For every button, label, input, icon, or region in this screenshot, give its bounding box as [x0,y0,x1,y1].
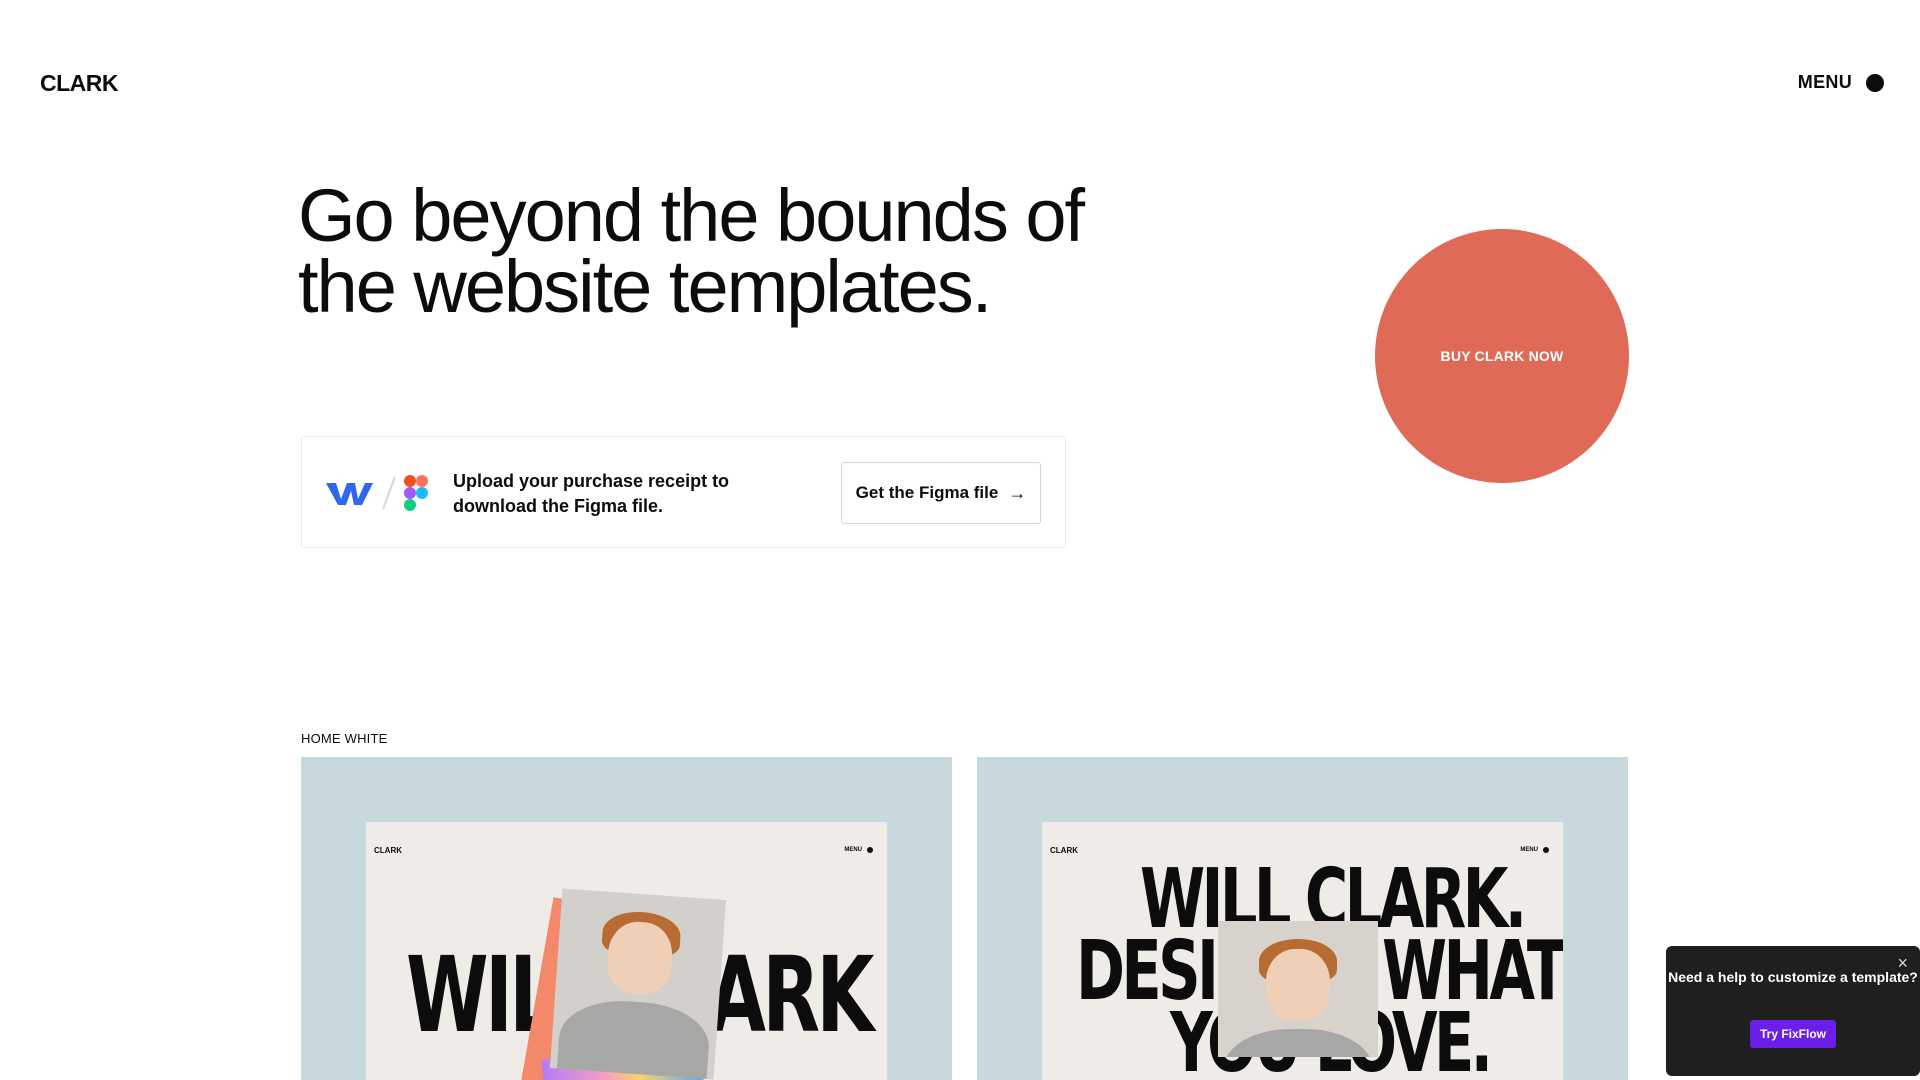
buy-clark-now-label: BUY CLARK NOW [1440,348,1564,364]
hero-title: Go beyond the bounds of the website temp… [298,174,1085,328]
menu-label: MENU [1797,72,1852,92]
try-fixflow-button[interactable]: Try FixFlow [1750,1020,1836,1048]
preview-screen: CLARK MENU WILL CLARK. DESIG WHAT YOU LO… [1042,822,1563,1080]
template-preview-card[interactable]: CLARK MENU WIL ARK [301,757,952,1080]
section-label: HOME WHITE [301,731,388,746]
preview-menu: MENU [844,847,873,853]
brand-icons [326,475,428,511]
portrait-face [605,919,675,997]
preview-menu-dot-icon [867,847,873,853]
figma-download-card: Upload your purchase receipt to download… [301,436,1066,548]
figma-card-text: Upload your purchase receipt to download… [453,471,730,516]
menu-button[interactable]: MENU [1798,72,1884,93]
preview-headline-right: ARK [708,934,874,1056]
help-popup: × Need a help to customize a template? T… [1666,946,1920,1076]
site-logo[interactable]: CLARK [40,70,119,97]
portrait-hoodie [555,996,712,1080]
preview-menu-dot-icon [1543,847,1549,853]
portrait-hoodie [1223,1029,1373,1057]
divider-slash [382,476,396,510]
arrow-right-icon: → [1008,482,1027,503]
preview-menu: MENU [1520,847,1549,853]
site-header: CLARK MENU [0,0,1920,170]
preview-portrait-photo [549,888,727,1080]
help-popup-text: Need a help to customize a template? [1668,969,1918,985]
get-figma-file-label: Get the Figma file [855,483,999,502]
get-figma-file-button[interactable]: Get the Figma file → [841,462,1041,524]
figma-icon [404,475,428,511]
menu-dot-icon [1866,73,1884,92]
preview-logo: CLARK [374,846,402,855]
template-preview-card[interactable]: CLARK MENU WILL CLARK. DESIG WHAT YOU LO… [977,757,1628,1080]
preview-menu-label: MENU [844,847,862,853]
webflow-icon [326,483,373,505]
preview-screen: CLARK MENU WIL ARK [366,822,887,1080]
preview-logo: CLARK [1050,846,1078,855]
portrait-face [1266,949,1330,1021]
preview-portrait-photo [1218,921,1378,1057]
buy-clark-now-button[interactable]: BUY CLARK NOW [1375,229,1629,483]
